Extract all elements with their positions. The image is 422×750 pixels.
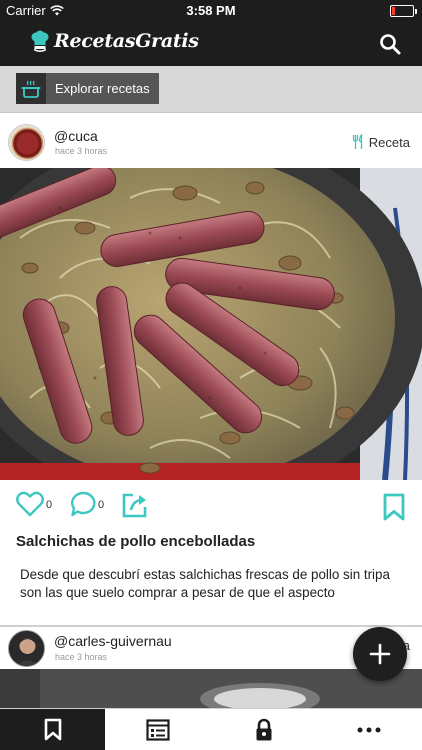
share-action[interactable] <box>121 491 149 519</box>
post-actions: 0 0 <box>0 487 422 527</box>
bookmark-icon[interactable] <box>382 493 406 522</box>
avatar-image <box>9 125 44 160</box>
sausages-pan-photo <box>0 168 422 480</box>
status-bar: Carrier 3:58 PM <box>0 0 422 22</box>
comment-count: 0 <box>98 499 105 511</box>
more-icon <box>357 727 381 733</box>
explore-label: Explorar recetas <box>55 81 150 96</box>
post-timestamp: hace 3 horas <box>55 652 108 662</box>
post-description: Desde que descubrí estas salchichas fres… <box>20 567 390 600</box>
avatar-image <box>9 631 44 666</box>
tab-private[interactable] <box>211 709 316 750</box>
post-photo <box>0 669 422 709</box>
tab-feed[interactable] <box>105 709 211 750</box>
heart-icon <box>16 491 44 517</box>
comment-action[interactable]: 0 <box>70 491 104 517</box>
post-image[interactable] <box>0 168 422 480</box>
add-recipe-button[interactable] <box>353 627 407 681</box>
bookmark-icon <box>44 718 61 741</box>
comment-icon <box>71 491 96 517</box>
app-header: RecetasGratis <box>0 22 422 66</box>
recipe-tag[interactable]: Receta <box>352 134 410 150</box>
like-count: 0 <box>46 499 53 511</box>
tab-bar <box>0 708 422 750</box>
pot-icon <box>21 80 41 98</box>
plus-icon <box>369 643 391 665</box>
app-name: RecetasGratis <box>54 30 199 52</box>
like-action[interactable]: 0 <box>16 491 52 517</box>
recipe-tag-label: Receta <box>368 134 410 150</box>
explore-recipes-button[interactable]: Explorar recetas <box>16 73 159 104</box>
clock: 3:58 PM <box>186 3 236 18</box>
tab-saved[interactable] <box>0 709 105 750</box>
fork-knife-icon <box>352 134 362 149</box>
app-logo[interactable]: RecetasGratis <box>30 30 199 52</box>
explore-icon-box <box>16 73 46 104</box>
list-icon <box>146 719 170 741</box>
post-header: @cuca hace 3 horas Receta <box>0 114 422 168</box>
lock-icon <box>256 718 271 741</box>
battery-icon <box>390 5 417 17</box>
explore-bar: Explorar recetas <box>0 66 422 113</box>
avatar[interactable] <box>8 124 45 161</box>
avatar[interactable] <box>8 630 45 667</box>
post-title[interactable]: Salchichas de pollo encebolladas <box>16 533 255 550</box>
search-icon[interactable] <box>378 32 402 56</box>
chef-hat-icon <box>31 30 49 52</box>
post-username[interactable]: @carles-guivernau <box>54 633 172 649</box>
tab-more[interactable] <box>316 709 422 750</box>
share-icon <box>122 493 147 518</box>
post-image[interactable] <box>0 669 422 709</box>
post-timestamp: hace 3 horas <box>55 146 108 156</box>
post-username[interactable]: @cuca <box>54 128 98 144</box>
